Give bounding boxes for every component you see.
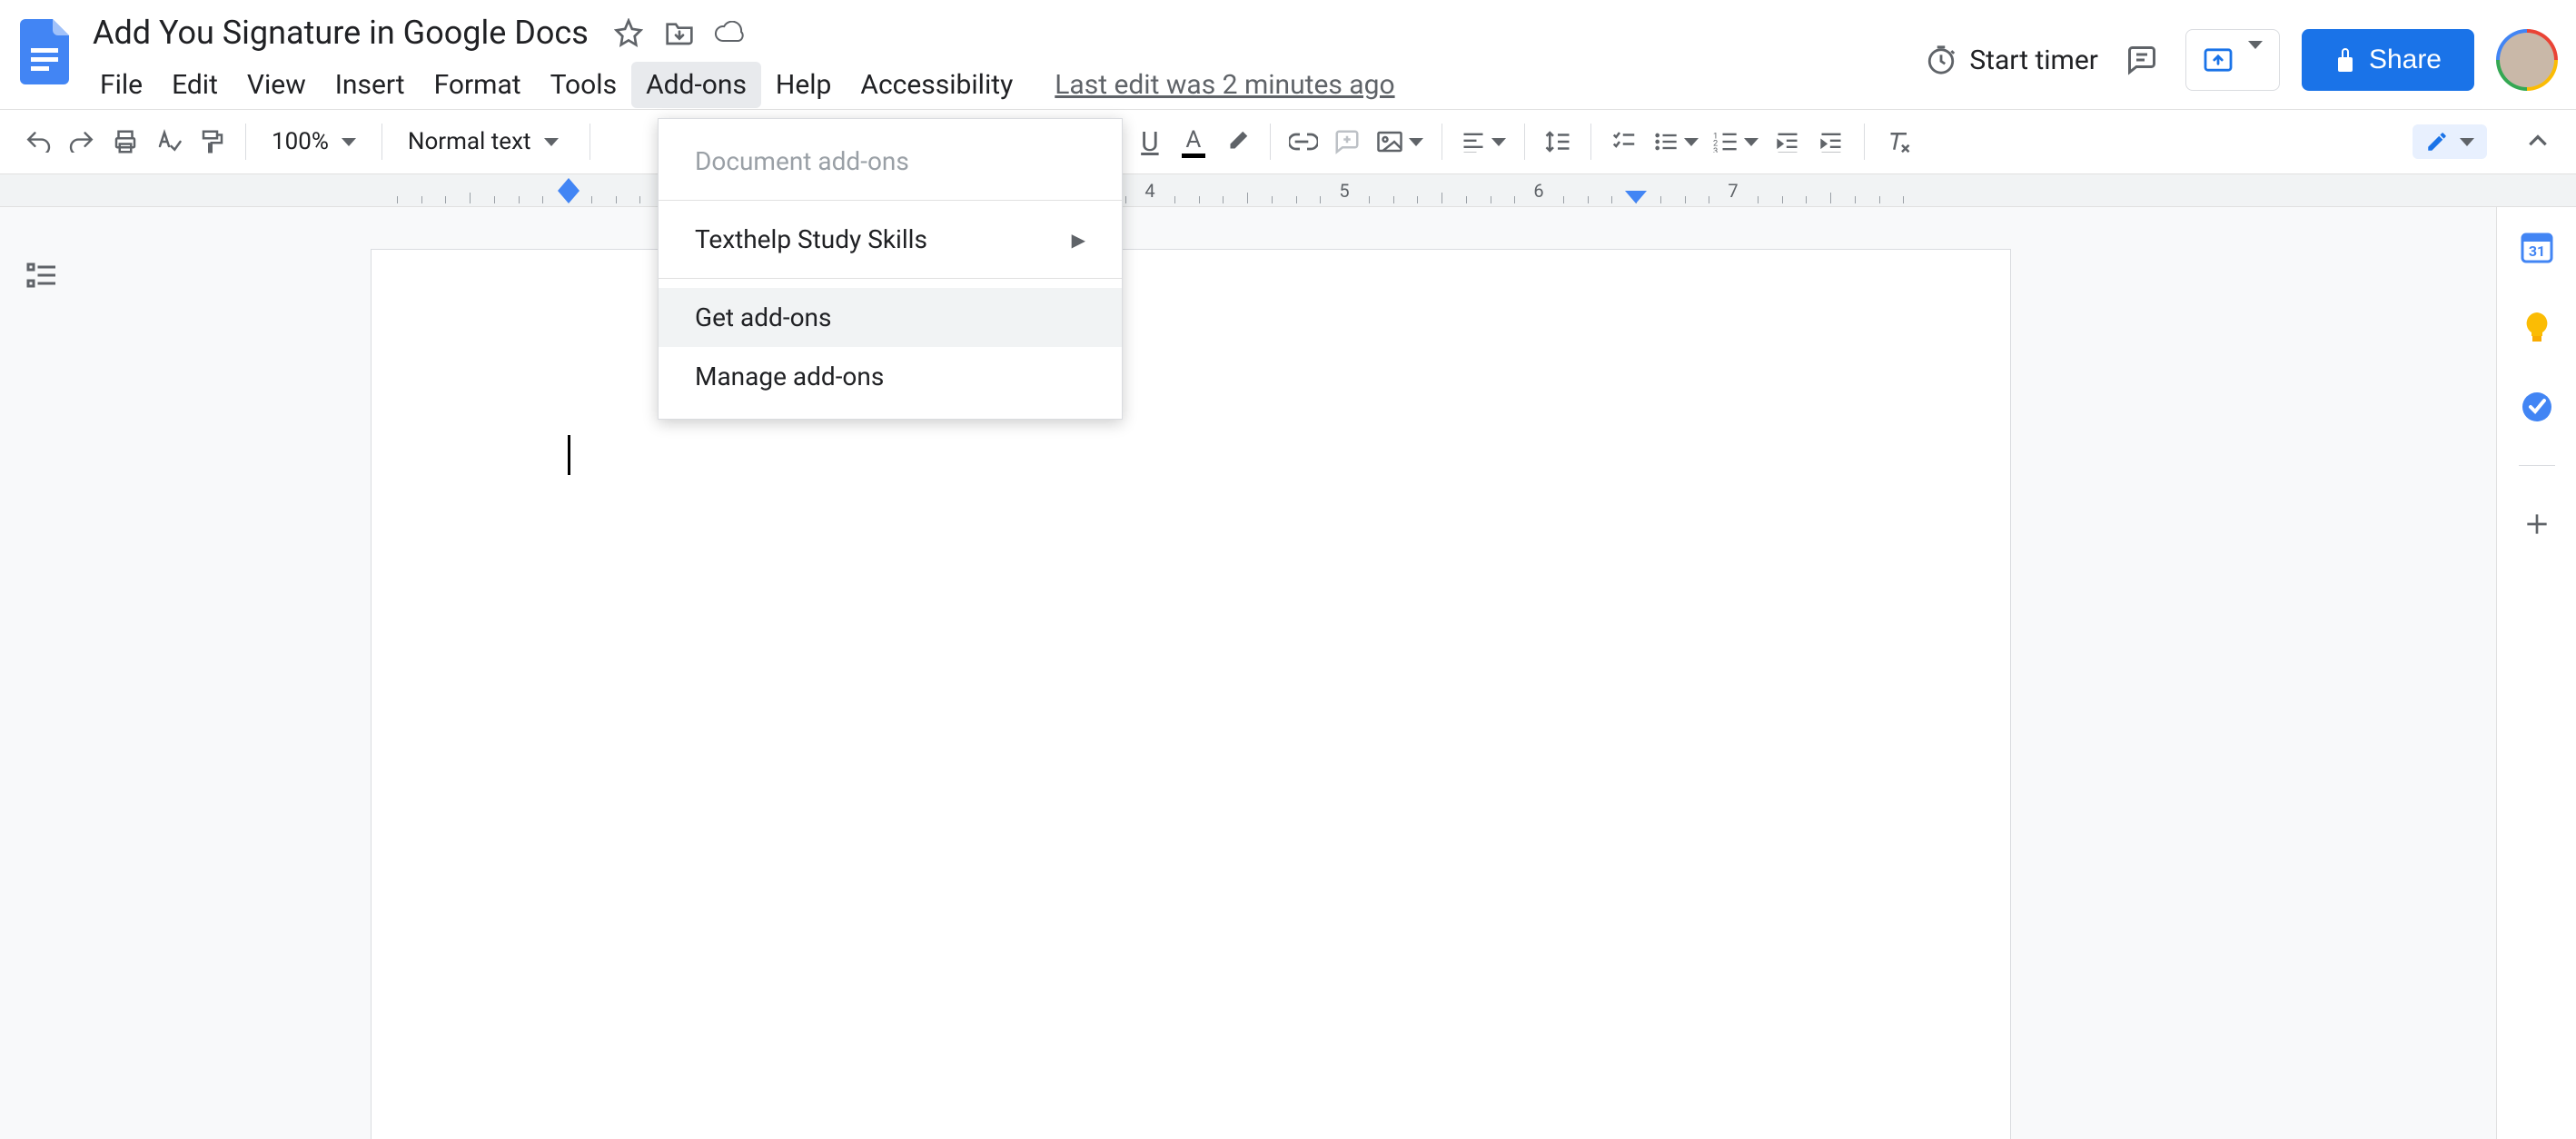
last-edit-link[interactable]: Last edit was 2 minutes ago — [1055, 62, 1394, 108]
paint-format-button[interactable] — [193, 120, 233, 163]
toolbar-separator — [1270, 124, 1271, 160]
add-comment-button[interactable] — [1327, 120, 1367, 163]
bulleted-list-button[interactable] — [1648, 120, 1704, 163]
undo-button[interactable] — [18, 120, 58, 163]
document-title[interactable]: Add You Signature in Google Docs — [85, 12, 596, 54]
account-avatar[interactable] — [2496, 29, 2558, 91]
calendar-app-icon[interactable]: 31 — [2515, 225, 2559, 269]
menu-insert[interactable]: Insert — [321, 62, 420, 108]
addons-dropdown: Document add-ons Texthelp Study Skills ▶… — [658, 118, 1123, 420]
cloud-status-icon[interactable] — [712, 15, 748, 51]
side-panel: 31 — [2496, 207, 2576, 1139]
underline-button[interactable]: U — [1130, 120, 1170, 163]
text-color-button[interactable]: A — [1174, 120, 1214, 163]
align-button[interactable] — [1455, 120, 1511, 163]
toolbar: 100% Normal text B I U A 123 — [0, 109, 2576, 174]
document-page[interactable] — [371, 249, 2011, 1139]
share-button[interactable]: Share — [2302, 29, 2474, 91]
increase-indent-button[interactable] — [1811, 120, 1851, 163]
avatar-image — [2500, 33, 2554, 87]
collapse-toolbar-button[interactable] — [2518, 120, 2558, 163]
print-button[interactable] — [105, 120, 145, 163]
first-line-indent-marker[interactable] — [558, 178, 580, 191]
text-cursor — [568, 435, 570, 475]
addons-item-manage[interactable]: Manage add-ons — [659, 347, 1122, 406]
toolbar-separator — [245, 124, 246, 160]
toolbar-separator — [1864, 124, 1865, 160]
clear-formatting-button[interactable] — [1878, 120, 1917, 163]
menu-help[interactable]: Help — [761, 62, 846, 108]
ruler-number: 4 — [1144, 180, 1154, 202]
paragraph-style-select[interactable]: Normal text — [395, 120, 577, 163]
svg-text:3: 3 — [1713, 146, 1718, 153]
spellcheck-button[interactable] — [149, 120, 189, 163]
insert-link-button[interactable] — [1283, 120, 1323, 163]
right-indent-marker[interactable] — [1625, 191, 1647, 203]
start-timer-button[interactable]: Start timer — [1926, 45, 2098, 76]
addons-item-texthelp[interactable]: Texthelp Study Skills ▶ — [659, 210, 1122, 269]
editing-mode-button[interactable] — [2413, 124, 2487, 159]
menu-tools[interactable]: Tools — [536, 62, 631, 108]
menu-format[interactable]: Format — [420, 62, 536, 108]
addons-dropdown-header: Document add-ons — [659, 132, 1122, 191]
present-button[interactable] — [2185, 29, 2280, 91]
paragraph-style-value: Normal text — [408, 128, 531, 155]
zoom-value: 100% — [272, 128, 329, 155]
start-timer-label: Start timer — [1969, 45, 2098, 76]
left-indent-marker[interactable] — [558, 191, 580, 203]
checklist-button[interactable] — [1604, 120, 1644, 163]
side-separator — [2519, 465, 2555, 466]
ruler[interactable]: 1234567 — [0, 174, 2576, 207]
line-spacing-button[interactable] — [1538, 120, 1578, 163]
tasks-app-icon[interactable] — [2515, 385, 2559, 429]
move-icon[interactable] — [661, 15, 698, 51]
menu-accessibility[interactable]: Accessibility — [846, 62, 1027, 108]
insert-image-button[interactable] — [1371, 120, 1429, 163]
menu-view[interactable]: View — [233, 62, 321, 108]
keep-app-icon[interactable] — [2515, 305, 2559, 349]
redo-button[interactable] — [62, 120, 102, 163]
addons-item-get[interactable]: Get add-ons — [659, 288, 1122, 347]
toolbar-separator — [1524, 124, 1525, 160]
ruler-number: 7 — [1728, 180, 1738, 202]
comments-icon[interactable] — [2120, 38, 2164, 82]
star-icon[interactable] — [610, 15, 647, 51]
share-label: Share — [2369, 45, 2442, 75]
menu-addons[interactable]: Add-ons — [631, 62, 761, 108]
docs-logo[interactable] — [11, 18, 78, 85]
highlight-color-button[interactable] — [1217, 120, 1257, 163]
decrease-indent-button[interactable] — [1768, 120, 1808, 163]
toolbar-separator — [1590, 124, 1591, 160]
dropdown-separator — [659, 200, 1122, 201]
document-outline-button[interactable] — [25, 262, 65, 302]
dropdown-separator — [659, 278, 1122, 279]
get-addons-plus-icon[interactable] — [2515, 502, 2559, 546]
menu-file[interactable]: File — [85, 62, 157, 108]
submenu-caret-icon: ▶ — [1072, 229, 1085, 251]
menubar: FileEditViewInsertFormatToolsAdd-onsHelp… — [85, 62, 1395, 108]
ruler-number: 5 — [1339, 180, 1349, 202]
ruler-number: 6 — [1533, 180, 1543, 202]
menu-edit[interactable]: Edit — [157, 62, 233, 108]
zoom-select[interactable]: 100% — [259, 120, 369, 163]
svg-text:31: 31 — [2528, 243, 2544, 260]
toolbar-separator — [381, 124, 382, 160]
numbered-list-button[interactable]: 123 — [1708, 120, 1764, 163]
